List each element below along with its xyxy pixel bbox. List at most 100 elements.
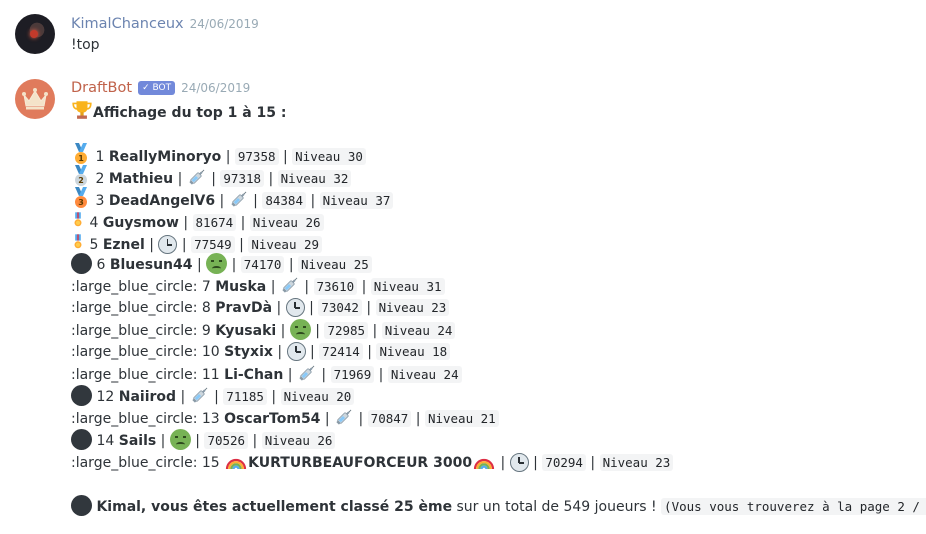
level-prefix: Niveau xyxy=(251,237,297,252)
rank-row: :large_blue_circle: 7 Muska | | 73610 | … xyxy=(71,275,445,297)
level-prefix: Niveau xyxy=(283,389,329,404)
player-name: Naiirod xyxy=(118,389,177,405)
rank-prefix: :large_blue_circle: xyxy=(71,323,198,339)
score: 72985 xyxy=(324,322,369,339)
rank-prefix: :large_blue_circle: xyxy=(71,455,198,471)
rank-number: 4 xyxy=(89,215,99,231)
level-value: 26 xyxy=(305,215,321,230)
svg-text:1: 1 xyxy=(78,154,84,163)
syringe-icon xyxy=(231,191,247,207)
rank-prefix: :large_blue_circle: xyxy=(71,300,198,316)
level-value: 29 xyxy=(304,237,320,252)
svg-text:2: 2 xyxy=(78,176,84,185)
leaderboard-title-text: Affichage du top 1 à 15 : xyxy=(93,105,287,121)
level-prefix: Niveau xyxy=(602,455,648,470)
nauseated-face-icon xyxy=(206,253,228,274)
rank-row: 5 Eznel | | 77549 | Niveau 29 xyxy=(71,231,323,254)
level: Niveau 25 xyxy=(298,256,372,273)
level-value: 23 xyxy=(655,455,671,470)
level: Niveau 21 xyxy=(424,410,499,427)
score: 70294 xyxy=(542,454,586,471)
leaderboard-title: Affichage du top 1 à 15 : xyxy=(71,99,287,121)
bot-avatar[interactable] xyxy=(15,79,55,119)
svg-text:3: 3 xyxy=(78,198,84,207)
rank-number: 1 xyxy=(95,149,105,165)
score: 72414 xyxy=(319,343,363,360)
black-circle-icon xyxy=(71,429,92,450)
score: 70526 xyxy=(204,432,249,449)
bot-badge: ✓ BOT xyxy=(138,81,176,95)
level-value: 24 xyxy=(437,323,453,338)
level-value: 25 xyxy=(353,257,369,272)
black-circle-icon xyxy=(71,385,92,406)
rank-number: 9 xyxy=(201,323,211,339)
level-value: 24 xyxy=(443,367,459,382)
black-circle-icon xyxy=(71,495,92,516)
player-name: Styxix xyxy=(224,344,273,360)
player-name: PravDà xyxy=(215,300,273,316)
level: Niveau 24 xyxy=(381,322,456,339)
footer-page-code: (Vous vous trouverez à la page 2 / 37) xyxy=(661,498,926,515)
clock-icon xyxy=(509,453,529,472)
military-medal-icon xyxy=(74,234,82,249)
syringe-icon xyxy=(189,169,205,185)
level-value: 26 xyxy=(317,433,333,448)
level-value: 32 xyxy=(333,171,349,186)
level-prefix: Niveau xyxy=(384,323,430,338)
score: 97318 xyxy=(220,170,265,187)
rank-row: :large_blue_circle: 15 KURTURBEAUFORCEUR… xyxy=(71,451,674,473)
level-prefix: Niveau xyxy=(252,215,298,230)
timestamp: 24/06/2019 xyxy=(189,17,259,31)
user-avatar[interactable] xyxy=(15,14,55,54)
player-name: DeadAngelV6 xyxy=(108,193,216,209)
author-name[interactable]: DraftBot xyxy=(71,80,132,96)
level-value: 18 xyxy=(432,344,448,359)
level-prefix: Niveau xyxy=(379,344,425,359)
rank-number: 13 xyxy=(201,411,220,427)
rank-row: :large_blue_circle: 10 Styxix | | 72414 … xyxy=(71,341,451,363)
level: Niveau 26 xyxy=(249,214,324,231)
syringe-icon xyxy=(299,365,315,381)
clock-icon xyxy=(286,342,306,361)
military-medal-icon xyxy=(74,212,82,227)
rank-row: 14 Sails | | 70526 | Niveau 26 xyxy=(71,429,336,451)
rank-row: :large_blue_circle: 9 Kyusaki | | 72985 … xyxy=(71,319,456,341)
level-prefix: Niveau xyxy=(378,300,424,315)
rank-number: 10 xyxy=(201,344,220,360)
level-prefix: Niveau xyxy=(390,367,437,382)
footer-rank-text: Kimal, vous êtes actuellement classé 25 … xyxy=(96,499,453,515)
rank-number: 12 xyxy=(96,389,115,405)
rank-row: :large_blue_circle: 13 OscarTom54 | | 70… xyxy=(71,407,499,429)
level: Niveau 29 xyxy=(248,236,323,253)
level-prefix: Niveau xyxy=(427,411,474,426)
score: 77549 xyxy=(191,236,235,253)
rainbow-icon xyxy=(473,458,495,470)
level: Niveau 24 xyxy=(387,366,462,383)
level-value: 20 xyxy=(336,389,352,404)
level: Niveau 30 xyxy=(292,148,366,165)
player-name: Guysmow xyxy=(102,215,179,231)
rank-row: 2 2 Mathieu | | 97318 | Niveau 32 xyxy=(71,165,352,187)
level: Niveau 37 xyxy=(319,192,394,209)
medal-silver-icon: 2 xyxy=(75,165,87,186)
footer-total-text: sur un total de 549 joueurs ! xyxy=(452,499,662,515)
nauseated-face-icon xyxy=(289,319,311,340)
score: 71969 xyxy=(330,366,375,383)
level-prefix: Niveau xyxy=(280,171,326,186)
level-prefix: Niveau xyxy=(322,193,368,208)
level: Niveau 31 xyxy=(370,278,445,295)
level: Niveau 32 xyxy=(277,170,352,187)
author-name[interactable]: KimalChanceux xyxy=(71,16,184,32)
rank-number: 15 xyxy=(201,455,220,471)
player-name: OscarTom54 xyxy=(224,411,321,427)
score: 70847 xyxy=(367,410,412,427)
medal-gold-icon: 1 xyxy=(75,143,87,164)
player-name: Muska xyxy=(215,279,267,295)
level-value: 37 xyxy=(375,193,391,208)
rank-number: 11 xyxy=(201,367,220,383)
player-name: Eznel xyxy=(102,237,145,253)
player-name: Sails xyxy=(118,433,157,449)
score: 71185 xyxy=(223,388,267,405)
level-value: 23 xyxy=(431,300,447,315)
clock-icon xyxy=(285,298,305,317)
